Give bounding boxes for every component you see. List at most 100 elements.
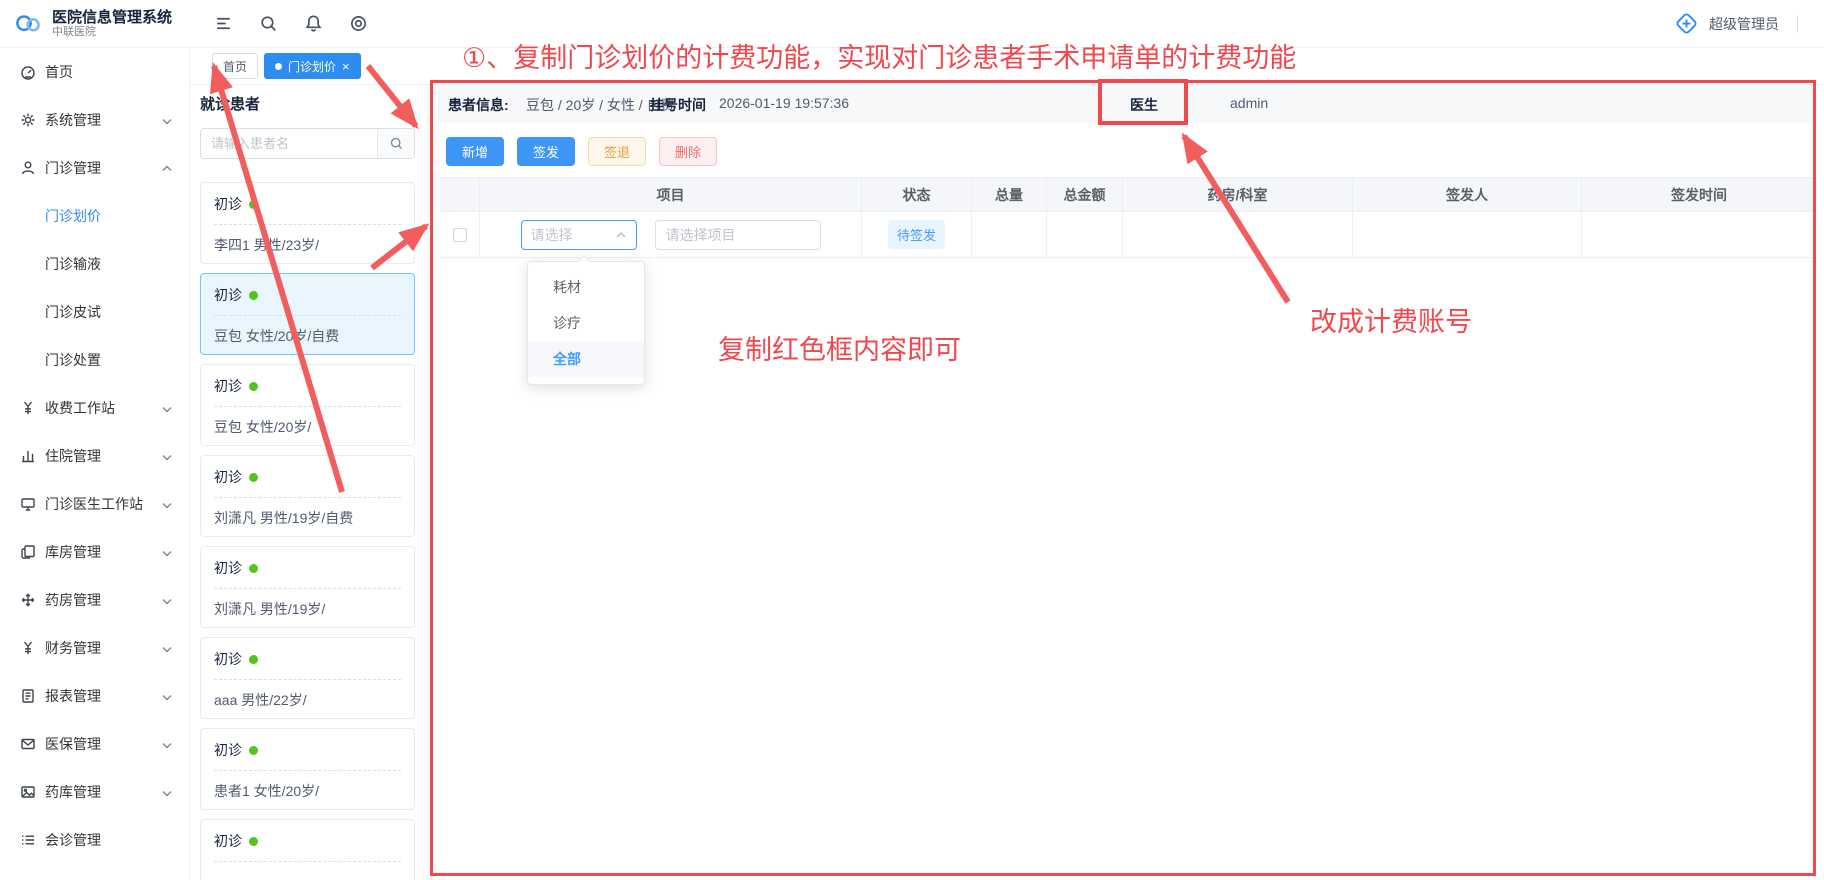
sidebar-item-label: 药房管理 [45, 590, 161, 610]
sidebar-item-label: 财务管理 [45, 638, 161, 658]
patient-card[interactable]: 初诊豆包 女性/20岁/自费 [200, 273, 415, 355]
dropdown-option-诊疗[interactable]: 诊疗 [528, 305, 644, 341]
sidebar-item-会诊管理[interactable]: 会诊管理 [0, 816, 189, 864]
patient-card[interactable]: 初诊aaa 男性/22岁/ [200, 637, 415, 719]
add-button[interactable]: 新增 [446, 137, 504, 166]
doctor-value: admin [1230, 95, 1268, 111]
chevron-down-icon [161, 498, 173, 510]
row-checkbox[interactable] [453, 228, 467, 242]
chevron-down-icon [161, 450, 173, 462]
visit-type-label: 初诊 [214, 194, 242, 214]
patient-card[interactable]: 初诊刘潇凡 男性/19岁/自费 [200, 455, 415, 537]
reg-time-value: 2026-01-19 19:57:36 [719, 95, 849, 111]
column-header: 总金额 [1047, 178, 1123, 212]
app-title: 医院信息管理系统 [52, 9, 172, 26]
status-dot-icon [249, 291, 258, 300]
patient-info-bar: 患者信息: 豆包 / 20岁 / 女性 / 自费 挂号时间 2026-01-19… [438, 85, 1816, 123]
sign-button[interactable]: 签发 [517, 137, 575, 166]
select-placeholder: 请选择 [531, 225, 615, 245]
sidebar-item-门诊划价[interactable]: 门诊划价 [0, 192, 189, 240]
app-root: 医院信息管理系统 中联医院 超级管理员 首页系统管理门诊管理门诊划价门诊输液门诊… [0, 0, 1824, 880]
reg-time-label: 挂号时间 [650, 95, 706, 115]
patient-search-button[interactable] [377, 129, 414, 158]
search-icon[interactable] [259, 14, 278, 33]
sidebar-item-label: 收费工作站 [45, 398, 161, 418]
status-dot-icon [249, 382, 258, 391]
sidebar-item-label: 门诊管理 [45, 158, 161, 178]
visit-type-label: 初诊 [214, 831, 242, 851]
image-icon [20, 784, 36, 800]
visit-type-label: 初诊 [214, 285, 242, 305]
table-row: 请选择 待签发 [440, 212, 1816, 258]
tab-close-icon[interactable]: × [342, 60, 350, 73]
doctor-label: 医生 [1130, 95, 1158, 115]
column-header: 签发时间 [1582, 178, 1816, 212]
status-badge: 待签发 [888, 220, 945, 249]
sidebar-item-首页[interactable]: 首页 [0, 48, 189, 96]
sidebar-item-药库管理[interactable]: 药库管理 [0, 768, 189, 816]
patient-list-panel: 就诊患者 初诊李四1 男性/23岁/初诊豆包 女性/20岁/自费初诊豆包 女性/… [190, 85, 428, 880]
mail-icon [20, 736, 36, 752]
sidebar-item-门诊管理[interactable]: 门诊管理 [0, 144, 189, 192]
sidebar-item-label: 住院管理 [45, 446, 161, 466]
sidebar-item-门诊输液[interactable]: 门诊输液 [0, 240, 189, 288]
collapse-menu-icon[interactable] [214, 14, 233, 33]
sidebar-item-库房管理[interactable]: 库房管理 [0, 528, 189, 576]
status-dot-icon [249, 746, 258, 755]
item-type-dropdown: 耗材诊疗全部 [527, 261, 645, 385]
notification-bell-icon[interactable] [304, 14, 323, 33]
sidebar-item-label: 门诊处置 [45, 350, 173, 370]
sign-back-button[interactable]: 签退 [588, 137, 646, 166]
sidebar-item-门诊皮试[interactable]: 门诊皮试 [0, 288, 189, 336]
sidebar-item-收费工作站[interactable]: 收费工作站 [0, 384, 189, 432]
sidebar-item-财务管理[interactable]: 财务管理 [0, 624, 189, 672]
patient-search-input[interactable] [201, 129, 377, 158]
dropdown-option-耗材[interactable]: 耗材 [528, 269, 644, 305]
delete-button[interactable]: 删除 [659, 137, 717, 166]
sidebar-item-门诊医生工作站[interactable]: 门诊医生工作站 [0, 480, 189, 528]
sidebar-item-label: 门诊输液 [45, 254, 173, 274]
patient-card[interactable]: 初诊豆包 女性/20岁/ [200, 364, 415, 446]
app-subtitle: 中联医院 [52, 26, 172, 39]
sidebar-item-label: 首页 [45, 62, 173, 82]
visit-type-label: 初诊 [214, 376, 242, 396]
sidebar-item-住院管理[interactable]: 住院管理 [0, 432, 189, 480]
user-area[interactable]: 超级管理员 [1674, 11, 1824, 36]
sidebar-item-报表管理[interactable]: 报表管理 [0, 672, 189, 720]
patient-card[interactable]: 初诊 [200, 819, 415, 880]
sidebar-item-label: 报表管理 [45, 686, 161, 706]
sidebar-item-门诊处置[interactable]: 门诊处置 [0, 336, 189, 384]
fullscreen-icon[interactable] [349, 14, 368, 33]
table-header-row: 项目状态总量总金额药房/科室签发人签发时间 [440, 178, 1816, 212]
user-role-label: 超级管理员 [1709, 14, 1779, 34]
dropdown-option-全部[interactable]: 全部 [528, 341, 644, 377]
sidebar-item-label: 门诊划价 [45, 206, 173, 226]
sidebar-item-医保管理[interactable]: 医保管理 [0, 720, 189, 768]
chevron-down-icon [161, 546, 173, 558]
tab-outpatient-pricing[interactable]: 门诊划价 × [264, 53, 361, 79]
chevron-down-icon [161, 738, 173, 750]
chevron-down-icon [161, 114, 173, 126]
status-dot-icon [249, 473, 258, 482]
patient-card[interactable]: 初诊刘潇凡 男性/19岁/ [200, 546, 415, 628]
column-header: 项目 [480, 178, 862, 212]
patient-info-text: 李四1 男性/23岁/ [214, 235, 401, 255]
patient-card[interactable]: 初诊患者1 女性/20岁/ [200, 728, 415, 810]
column-header [440, 178, 480, 212]
column-header: 签发人 [1353, 178, 1582, 212]
chevron-up-icon [615, 229, 627, 241]
column-header: 药房/科室 [1123, 178, 1353, 212]
sidebar-item-药房管理[interactable]: 药房管理 [0, 576, 189, 624]
tab-home[interactable]: 首页 [212, 53, 258, 79]
patient-info-text: 刘潇凡 男性/19岁/自费 [214, 508, 401, 528]
yen-icon [20, 400, 36, 416]
item-type-select[interactable]: 请选择 [521, 220, 637, 250]
visit-type-label: 初诊 [214, 740, 242, 760]
item-name-input[interactable] [655, 220, 821, 250]
docs-icon [20, 544, 36, 560]
sidebar-item-维护系统[interactable]: 维护系统 [0, 864, 189, 880]
search-icon [389, 136, 404, 151]
status-dot-icon [249, 564, 258, 573]
patient-card[interactable]: 初诊李四1 男性/23岁/ [200, 182, 415, 264]
sidebar-item-系统管理[interactable]: 系统管理 [0, 96, 189, 144]
